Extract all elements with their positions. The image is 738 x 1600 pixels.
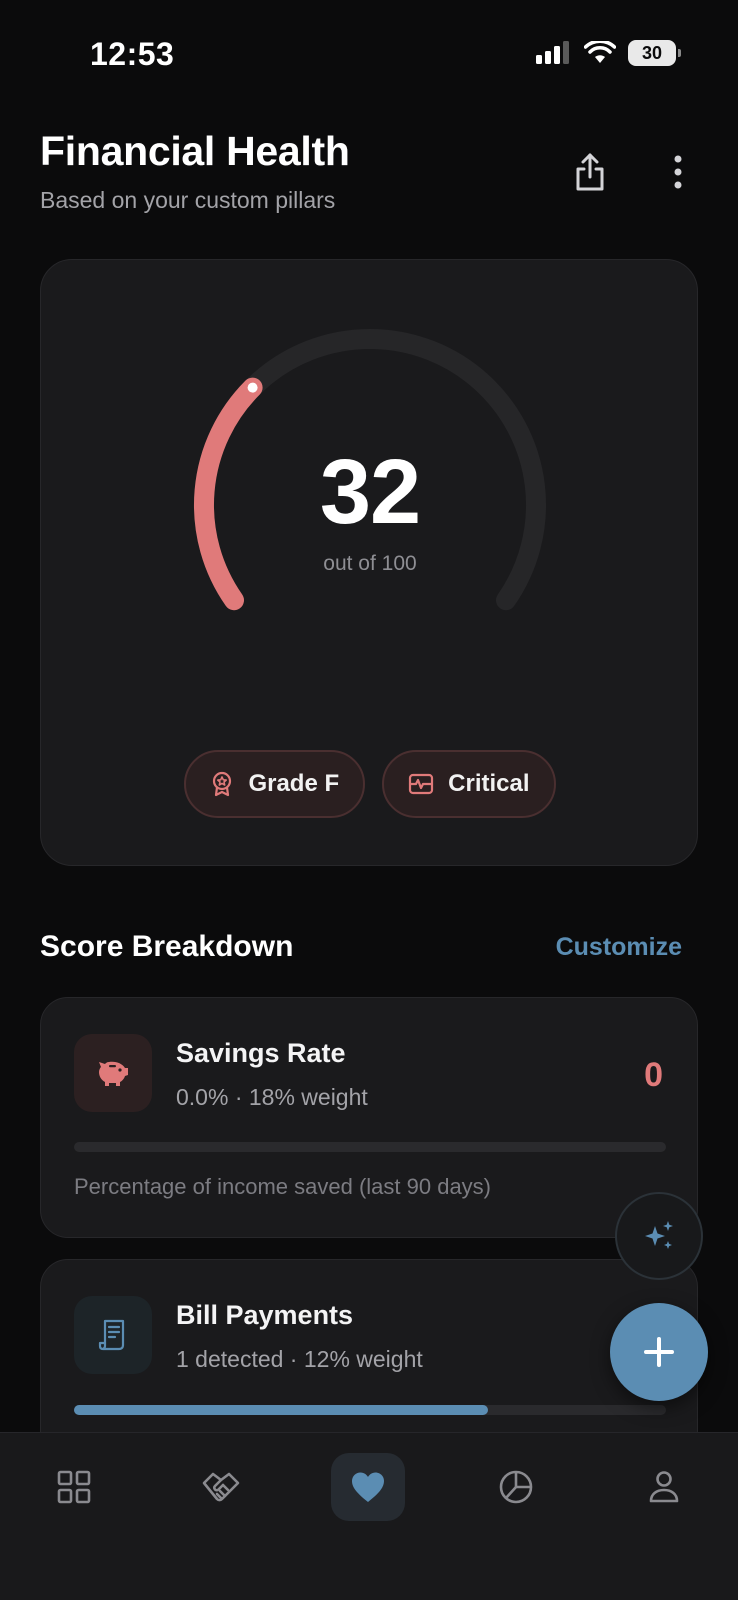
status-icons: 30 bbox=[536, 40, 681, 66]
nav-item-dashboard[interactable] bbox=[37, 1453, 111, 1521]
award-icon bbox=[213, 771, 232, 797]
pillar-icon-box bbox=[74, 1296, 152, 1374]
handshake-icon bbox=[202, 1472, 240, 1502]
pillar-description: Percentage of income saved (last 90 days… bbox=[74, 1174, 492, 1199]
grade-label: Grade F bbox=[248, 770, 340, 797]
share-icon bbox=[576, 153, 604, 191]
pillar-score: 0 bbox=[644, 1056, 663, 1094]
grid-icon bbox=[57, 1470, 91, 1504]
bottom-nav bbox=[0, 1432, 738, 1600]
pillar-icon-box bbox=[74, 1034, 152, 1112]
receipt-icon bbox=[98, 1319, 125, 1351]
activity-icon bbox=[409, 773, 434, 795]
wifi-icon bbox=[584, 41, 616, 63]
breakdown-title: Score Breakdown bbox=[40, 930, 294, 963]
more-vertical-icon bbox=[674, 155, 682, 189]
heart-icon bbox=[352, 1472, 384, 1502]
grade-chip[interactable]: Grade F bbox=[184, 750, 366, 818]
score-value: 32 bbox=[319, 441, 421, 543]
plus-icon bbox=[644, 1337, 674, 1367]
pillar-meta: 1 detected · 12% weight bbox=[176, 1346, 423, 1372]
pillar-progress-track bbox=[74, 1142, 666, 1152]
more-options-button[interactable] bbox=[656, 150, 700, 194]
header-actions bbox=[568, 150, 700, 194]
pillar-name: Bill Payments bbox=[176, 1300, 354, 1330]
user-icon bbox=[649, 1471, 679, 1503]
add-button[interactable] bbox=[610, 1303, 708, 1401]
status-label: Critical bbox=[448, 770, 530, 797]
status-bar: 12:53 30 bbox=[0, 0, 738, 110]
page-header: Financial Health Based on your custom pi… bbox=[40, 128, 700, 214]
score-card: 32 out of 100 Grade F Critical bbox=[40, 259, 698, 866]
share-button[interactable] bbox=[568, 150, 612, 194]
status-chip[interactable]: Critical bbox=[382, 750, 556, 818]
score-max-label: out of 100 bbox=[323, 552, 417, 575]
pillar-meta: 0.0% · 18% weight bbox=[176, 1084, 368, 1110]
pillar-progress-track bbox=[74, 1405, 666, 1415]
pillar-name: Savings Rate bbox=[176, 1038, 346, 1068]
cellular-signal-icon bbox=[536, 41, 569, 64]
nav-item-analytics[interactable] bbox=[479, 1453, 553, 1521]
nav-item-health[interactable] bbox=[331, 1453, 405, 1521]
status-time: 12:53 bbox=[90, 36, 175, 72]
pie-chart-icon bbox=[499, 1470, 533, 1504]
piggy-bank-icon bbox=[99, 1061, 128, 1086]
nav-item-deals[interactable] bbox=[184, 1453, 258, 1521]
ai-assistant-button[interactable] bbox=[615, 1192, 703, 1280]
pillar-card-bill-payments[interactable]: Bill Payments 1 detected · 12% weight bbox=[40, 1259, 698, 1459]
sparkles-icon bbox=[645, 1221, 673, 1249]
customize-link[interactable]: Customize bbox=[556, 933, 682, 962]
nav-item-profile[interactable] bbox=[627, 1453, 701, 1521]
pillar-card-savings-rate[interactable]: Savings Rate 0.0% · 18% weight 0 Percent… bbox=[40, 997, 698, 1238]
battery-indicator: 30 bbox=[628, 40, 681, 66]
pillar-progress-fill bbox=[74, 1405, 489, 1415]
gauge-knob bbox=[247, 382, 258, 393]
score-chips: Grade F Critical bbox=[41, 750, 699, 818]
screen: 12:53 30 Financial Health Based on your … bbox=[0, 0, 738, 1600]
